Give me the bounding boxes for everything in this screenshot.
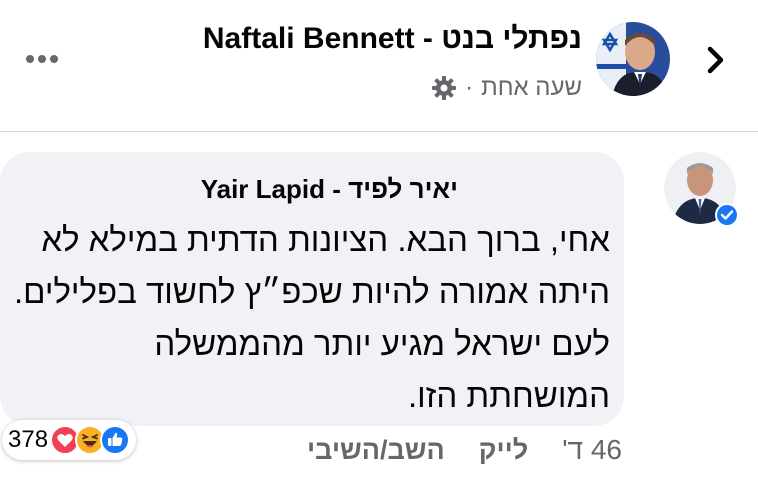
comment-actions: 46 ד' לייק השב/השיבי <box>307 434 622 466</box>
gear-icon <box>432 76 457 100</box>
more-horizontal-icon <box>26 55 58 63</box>
like-reaction-icon <box>100 425 131 455</box>
reaction-count: 378 <box>8 426 49 453</box>
back-button[interactable] <box>700 40 732 80</box>
verified-badge-icon <box>715 203 739 227</box>
like-button[interactable]: לייק <box>479 435 528 466</box>
comment-author-avatar[interactable] <box>664 152 739 227</box>
comment-text: אחי, ברוך הבא. הציונות הדתית במילא לא הי… <box>13 221 610 414</box>
post-author-name[interactable]: Naftali Bennett - נפתלי בנט <box>203 22 582 56</box>
reaction-summary[interactable]: 378 <box>2 420 137 460</box>
meta-separator: · <box>465 74 474 101</box>
post-author-avatar[interactable] <box>596 22 670 96</box>
comment-time[interactable]: 46 ד' <box>562 434 622 466</box>
more-options-button[interactable] <box>22 44 62 74</box>
post-header: Naftali Bennett - נפתלי בנט שעה אחת · <box>0 0 758 132</box>
chevron-right-icon <box>707 46 724 74</box>
post-meta: שעה אחת · <box>431 74 582 102</box>
post-time[interactable]: שעה אחת <box>481 74 582 102</box>
comment-author-name[interactable]: Yair Lapid - יאיר לפיד <box>201 174 458 205</box>
reply-button[interactable]: השב/השיבי <box>307 435 445 466</box>
